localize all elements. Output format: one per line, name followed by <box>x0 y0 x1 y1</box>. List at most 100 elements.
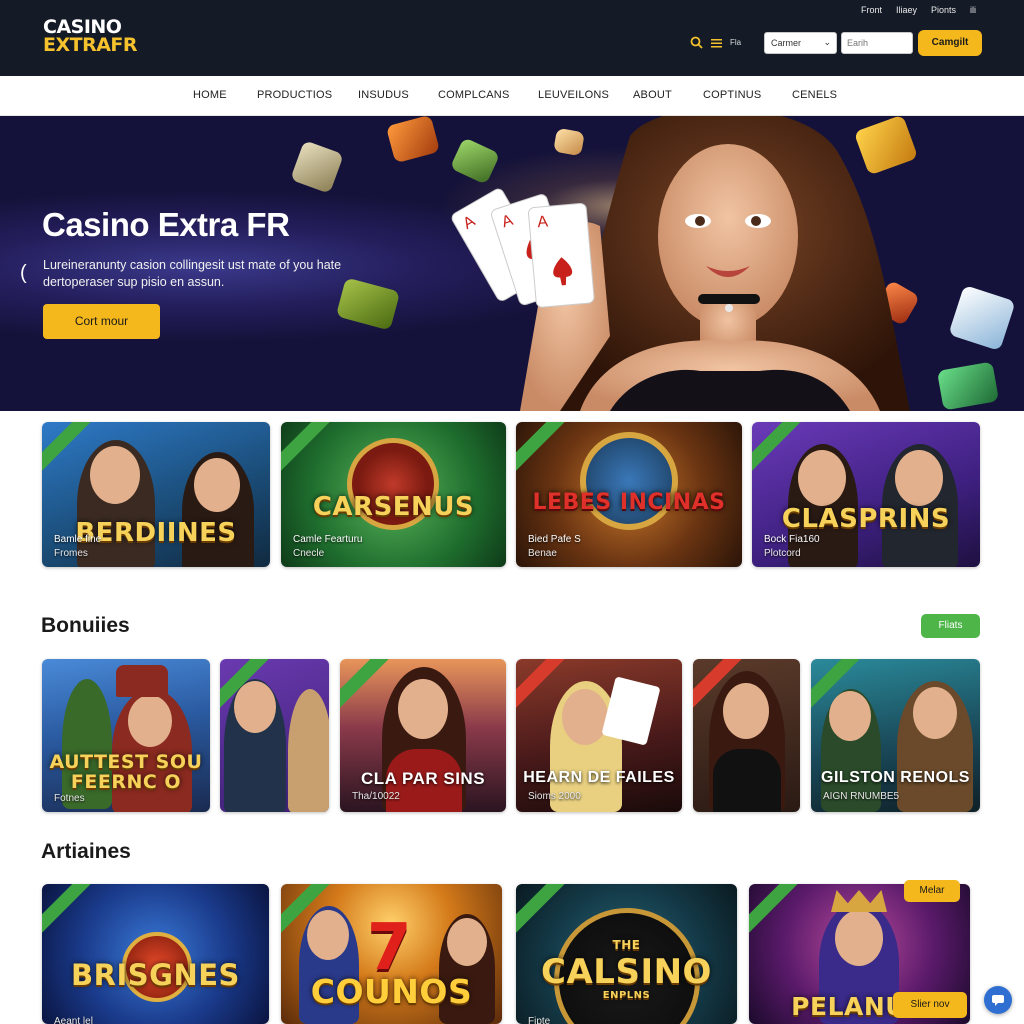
game-title-sub: ENPLNS <box>602 990 651 1001</box>
bonus-caption: Fotnes <box>54 793 85 804</box>
game-card[interactable]: THE CALSINO ENPLNS Fipte <box>516 884 737 1024</box>
site-header: CASINO EXTRAFR Front Iliaey Pionts ili F… <box>0 0 1024 76</box>
bonus-title: GILSTON RENOLS <box>821 769 970 786</box>
character-face <box>835 910 883 966</box>
hero-banner: A A A ( Casino Extra FR Lureineranunty c… <box>0 116 1024 411</box>
card-ribbon <box>516 422 574 477</box>
nav-item-leuveilons[interactable]: LEUVEILONS <box>538 89 609 101</box>
seven-icon: 7 <box>367 911 412 985</box>
game-card[interactable]: 7 COUNOS <box>281 884 502 1024</box>
character-face <box>234 681 276 733</box>
character-face <box>447 918 487 966</box>
game-subcaption: Cnecle <box>293 548 325 559</box>
character-face <box>913 687 957 739</box>
character-face <box>798 450 846 506</box>
game-title: BRISGNES <box>71 958 240 992</box>
menu-icon[interactable] <box>711 38 722 48</box>
chat-icon <box>992 995 1004 1006</box>
bonus-card[interactable]: GILSTON RENOLS AIGN RNUMBE5 <box>811 659 980 812</box>
game-title: CALSINO <box>541 952 712 992</box>
bonus-card[interactable]: CLA PAR SINS Tha/10022 <box>340 659 506 812</box>
bonus-caption: Sioms 2000 <box>528 791 581 802</box>
game-subcaption: Fromes <box>54 548 88 559</box>
card-ribbon <box>281 422 339 477</box>
bonus-title-line2: FEERNC O <box>70 771 182 793</box>
select-value: Carmer <box>771 38 802 48</box>
nav-item-complcans[interactable]: COMPLCANS <box>438 89 509 101</box>
card-decoration <box>601 676 661 746</box>
bonus-caption: Tha/10022 <box>352 791 400 802</box>
top-link[interactable]: Front <box>861 5 882 15</box>
hero-subtitle: Lureineranunty casion collingesit ust ma… <box>43 258 342 289</box>
bonus-card[interactable]: HEARN DE FAILES Sioms 2000 <box>516 659 682 812</box>
dice-decoration <box>948 284 1016 352</box>
view-all-button[interactable]: Fliats <box>921 614 980 638</box>
bonus-card[interactable] <box>693 659 800 812</box>
game-card[interactable]: PELANUO Melar Slier nov <box>749 880 970 1024</box>
currency-select[interactable]: Carmer ⌄ <box>764 32 837 54</box>
bonus-title: HEARN DE FAILES <box>523 769 675 786</box>
logo-line2: EXTRAFR <box>43 34 138 56</box>
language-label[interactable]: Fla <box>730 38 741 47</box>
nav-item-coptinus[interactable]: COPTINUS <box>703 89 761 101</box>
header-cta-button[interactable]: Camgilt <box>918 30 982 56</box>
game-caption: Bock Fia160 <box>764 534 820 545</box>
chat-button[interactable] <box>984 986 1012 1014</box>
character-face <box>128 695 172 747</box>
section-title-bonuses: Bonuiies <box>41 614 130 637</box>
game-title: COUNOS <box>310 972 473 1011</box>
character-face <box>562 689 608 745</box>
emblem-decoration <box>580 432 678 530</box>
game-card[interactable]: LEBES INCINAS Bied Pafe S Benae <box>516 422 742 567</box>
logo[interactable]: CASINO EXTRAFR <box>43 18 138 56</box>
game-caption: Fipte <box>528 1016 551 1024</box>
game-subcaption: Plotcord <box>764 548 801 559</box>
bonus-card[interactable]: AUTTEST SOU FEERNC O Fotnes <box>42 659 210 812</box>
character-face <box>194 458 240 512</box>
crown-icon <box>831 890 887 912</box>
game-caption: Bied Pafe S <box>528 534 581 545</box>
game-title: CARSENUS <box>312 492 475 522</box>
play-now-button[interactable]: Slier nov <box>893 992 967 1018</box>
nav-item-about[interactable]: ABOUT <box>633 89 672 101</box>
nav-item-productios[interactable]: PRODUCTIOS <box>257 89 332 101</box>
character-face <box>829 691 871 741</box>
game-card[interactable]: BRISGNES Aeant lel <box>42 884 269 1024</box>
nav-item-insudus[interactable]: INSUDUS <box>358 89 409 101</box>
hero-woman-illustration: A A A <box>451 116 910 411</box>
search-icon[interactable] <box>690 36 703 49</box>
hero-title: Casino Extra FR <box>42 206 290 243</box>
character-figure <box>288 689 329 812</box>
bonus-title: AUTTEST SOU <box>49 751 203 773</box>
top-link[interactable]: Iliaey <box>896 5 917 15</box>
new-badge: Melar <box>904 880 960 902</box>
top-links: Front Iliaey Pionts ili <box>861 5 976 15</box>
search-input[interactable] <box>841 32 913 54</box>
card-ribbon <box>749 884 807 939</box>
hero-cta-button[interactable]: Cort mour <box>43 304 160 339</box>
chip-decoration <box>936 361 1000 411</box>
nav-item-home[interactable]: HOME <box>193 89 227 101</box>
game-subcaption: Benae <box>528 548 557 559</box>
top-link[interactable]: ili <box>970 5 976 15</box>
game-card[interactable]: CARSENUS Camle Fearturu Cnecle <box>281 422 506 567</box>
section-title-artiaines: Artiaines <box>41 840 131 863</box>
character-face <box>895 450 943 506</box>
bonus-title: CLA PAR SINS <box>360 769 486 788</box>
card-ribbon <box>42 884 100 939</box>
game-card[interactable]: BERDIINES Bamle fine Fromes <box>42 422 270 567</box>
game-caption: Bamle fine <box>54 534 102 545</box>
game-title: CLASPRINS <box>781 504 951 534</box>
svg-text:A: A <box>537 213 549 231</box>
game-caption: Aeant lel <box>54 1016 93 1024</box>
quote-mark: ( <box>20 262 27 284</box>
character-face <box>398 679 448 739</box>
bonus-card[interactable] <box>220 659 329 812</box>
nav-item-cenels[interactable]: CENELS <box>792 89 837 101</box>
top-link[interactable]: Pionts <box>931 5 956 15</box>
dice-decoration <box>290 140 344 194</box>
card-ribbon <box>516 884 574 939</box>
game-card[interactable]: CLASPRINS Bock Fia160 Plotcord <box>752 422 980 567</box>
character-face <box>307 910 349 960</box>
game-title: LEBES INCINAS <box>532 490 726 515</box>
